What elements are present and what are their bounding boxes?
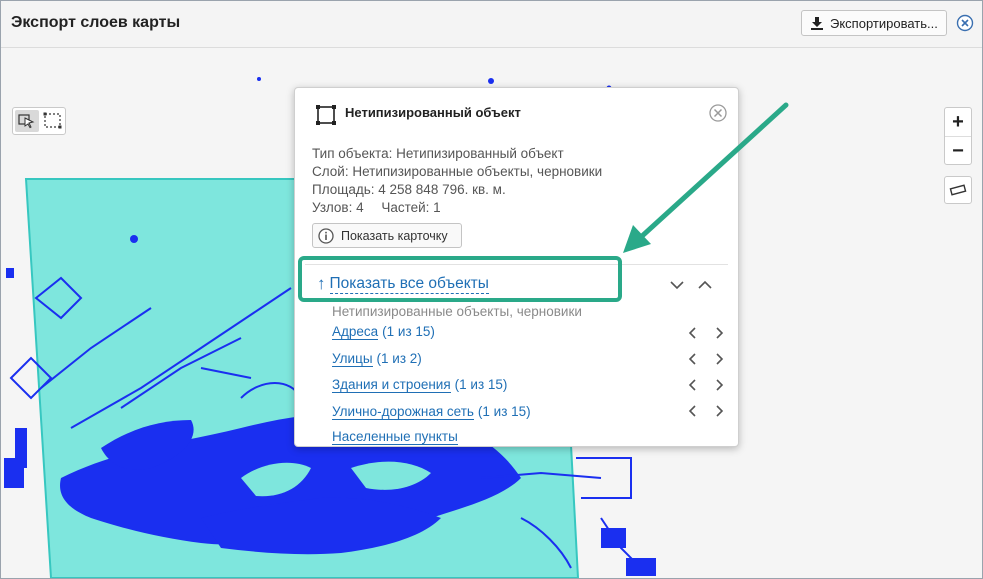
export-window: Экспорт слоев карты Экспортировать... + … [0, 0, 983, 579]
annotation-arrow-icon [623, 102, 789, 253]
